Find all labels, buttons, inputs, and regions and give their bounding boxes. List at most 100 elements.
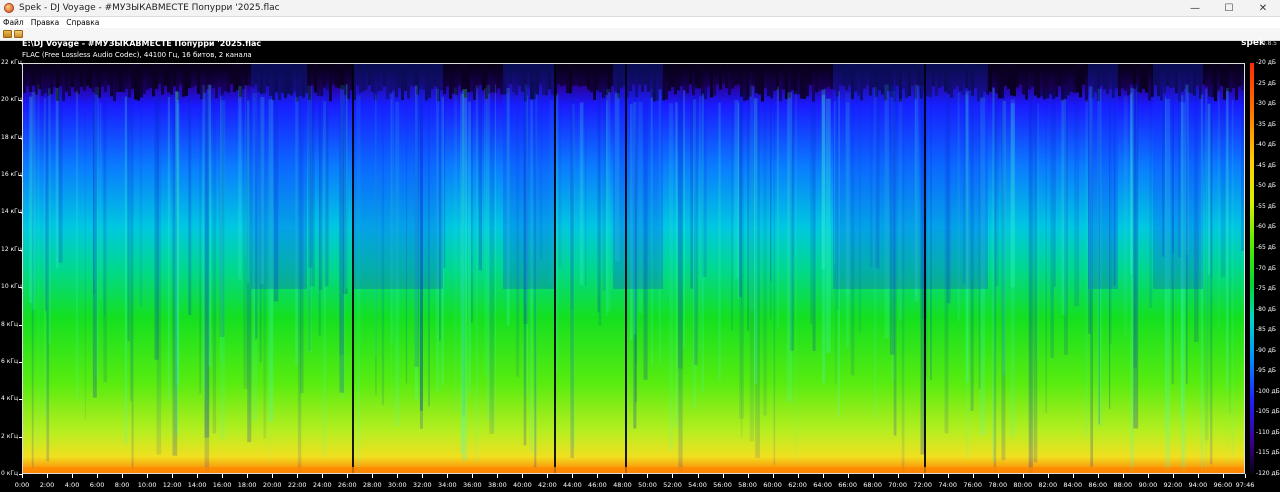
time-tick-label: 34:00 [437, 481, 457, 489]
db-tick-label: -20 дБ [1256, 59, 1276, 66]
time-tick [622, 474, 624, 478]
time-tick-label: 70:00 [888, 481, 908, 489]
title-bar: Spek - DJ Voyage - #МУЗЫКАВМЕСТЕ Попурри… [0, 0, 1280, 17]
time-tick [1122, 474, 1124, 478]
freq-tick [19, 436, 22, 438]
menu-file[interactable]: Файл [0, 18, 28, 27]
time-tick [647, 474, 649, 478]
db-tick-label: -30 дБ [1256, 100, 1276, 108]
time-tick [297, 474, 299, 478]
freq-tick-label: 2 кГц [1, 432, 19, 440]
time-tick [797, 474, 799, 478]
db-tick-label: -55 дБ [1256, 202, 1276, 210]
db-tick-label: -85 дБ [1256, 326, 1276, 334]
freq-tick [19, 137, 22, 139]
maximize-button[interactable]: ☐ [1212, 0, 1246, 16]
db-tick-label: -45 дБ [1256, 161, 1276, 169]
time-tick-label: 18:00 [237, 481, 257, 489]
time-tick [97, 474, 99, 478]
freq-tick [19, 399, 22, 401]
time-tick [1197, 474, 1199, 478]
close-button[interactable]: ✕ [1246, 0, 1280, 16]
time-tick [372, 474, 374, 478]
db-tick-label: -100 дБ [1256, 387, 1280, 395]
time-tick-label: 16:00 [212, 481, 232, 489]
db-tick-label: -40 дБ [1256, 141, 1276, 149]
time-tick-label: 96:00 [1213, 481, 1233, 489]
menu-edit[interactable]: Правка [28, 18, 64, 27]
freq-tick-label: 8 кГц [1, 320, 19, 328]
menu-help[interactable]: Справка [63, 18, 103, 27]
time-tick [47, 474, 49, 478]
time-tick-label: 68:00 [863, 481, 882, 489]
time-tick-label: 90:00 [1138, 481, 1158, 489]
db-tick-label: -115 дБ [1256, 449, 1280, 457]
minimize-button[interactable]: — [1178, 0, 1212, 16]
time-tick-label: 56:00 [713, 481, 732, 489]
time-tick-label: 2:00 [39, 481, 55, 489]
time-tick-label: 54:00 [688, 481, 707, 489]
time-tick [247, 474, 249, 478]
db-tick-label: -75 дБ [1256, 285, 1276, 293]
db-tick-label: -105 дБ [1256, 408, 1280, 416]
time-tick-label: 82:00 [1038, 481, 1058, 489]
time-tick [1022, 474, 1024, 478]
freq-tick [19, 249, 22, 251]
time-tick [197, 474, 199, 478]
db-color-scale [1250, 63, 1254, 474]
window-title: Spek - DJ Voyage - #МУЗЫКАВМЕСТЕ Попурри… [19, 3, 280, 13]
time-tick-label: 20:00 [262, 481, 282, 489]
time-tick [747, 474, 749, 478]
time-tick-label: 88:00 [1113, 481, 1133, 489]
freq-tick [19, 63, 22, 64]
time-tick-label: 66:00 [838, 481, 857, 489]
db-tick-label: -120 дБ [1256, 470, 1280, 477]
time-tick-label: 50:00 [638, 481, 657, 489]
db-tick-label: -80 дБ [1256, 305, 1276, 313]
time-tick [897, 474, 899, 478]
spectrogram[interactable] [22, 63, 1245, 474]
db-tick-label: -110 дБ [1256, 428, 1280, 436]
time-tick [572, 474, 574, 478]
freq-tick-label: 6 кГц [1, 357, 19, 365]
stream-info: FLAC (Free Lossless Audio Codec), 44100 … [22, 51, 252, 59]
time-tick-label: 26:00 [337, 481, 357, 489]
time-tick-label: 62:00 [788, 481, 807, 489]
time-tick-label: 52:00 [663, 481, 682, 489]
open-file-icon[interactable] [3, 30, 12, 38]
time-tick [122, 474, 124, 478]
time-tick-label: 36:00 [462, 481, 482, 489]
time-tick [22, 474, 23, 478]
time-tick-label: 72:00 [913, 481, 933, 489]
time-tick [972, 474, 974, 478]
db-tick-label: -65 дБ [1256, 243, 1276, 251]
db-tick-label: -35 дБ [1256, 120, 1276, 128]
time-tick-label: 86:00 [1088, 481, 1108, 489]
time-tick-label: 92:00 [1163, 481, 1183, 489]
time-tick-label: 76:00 [963, 481, 983, 489]
time-tick [822, 474, 824, 478]
time-tick [172, 474, 174, 478]
time-tick [1097, 474, 1099, 478]
time-tick [1222, 474, 1224, 478]
time-tick [847, 474, 849, 478]
time-tick-label: 42:00 [538, 481, 557, 489]
time-tick [1147, 474, 1149, 478]
time-tick-label: 80:00 [1013, 481, 1033, 489]
time-tick [872, 474, 874, 478]
time-tick-label: 38:00 [487, 481, 507, 489]
freq-tick [19, 175, 22, 177]
freq-tick [19, 361, 22, 363]
time-tick-label: 78:00 [988, 481, 1008, 489]
time-tick [422, 474, 424, 478]
time-tick-label: 0:00 [14, 481, 30, 489]
time-tick [547, 474, 549, 478]
time-tick [597, 474, 599, 478]
time-tick [922, 474, 924, 478]
freq-tick-label: 4 кГц [1, 395, 19, 403]
preferences-icon[interactable] [14, 30, 23, 38]
time-tick [697, 474, 699, 478]
db-tick-label: -95 дБ [1256, 367, 1276, 375]
time-tick [1047, 474, 1049, 478]
time-tick [72, 474, 74, 478]
